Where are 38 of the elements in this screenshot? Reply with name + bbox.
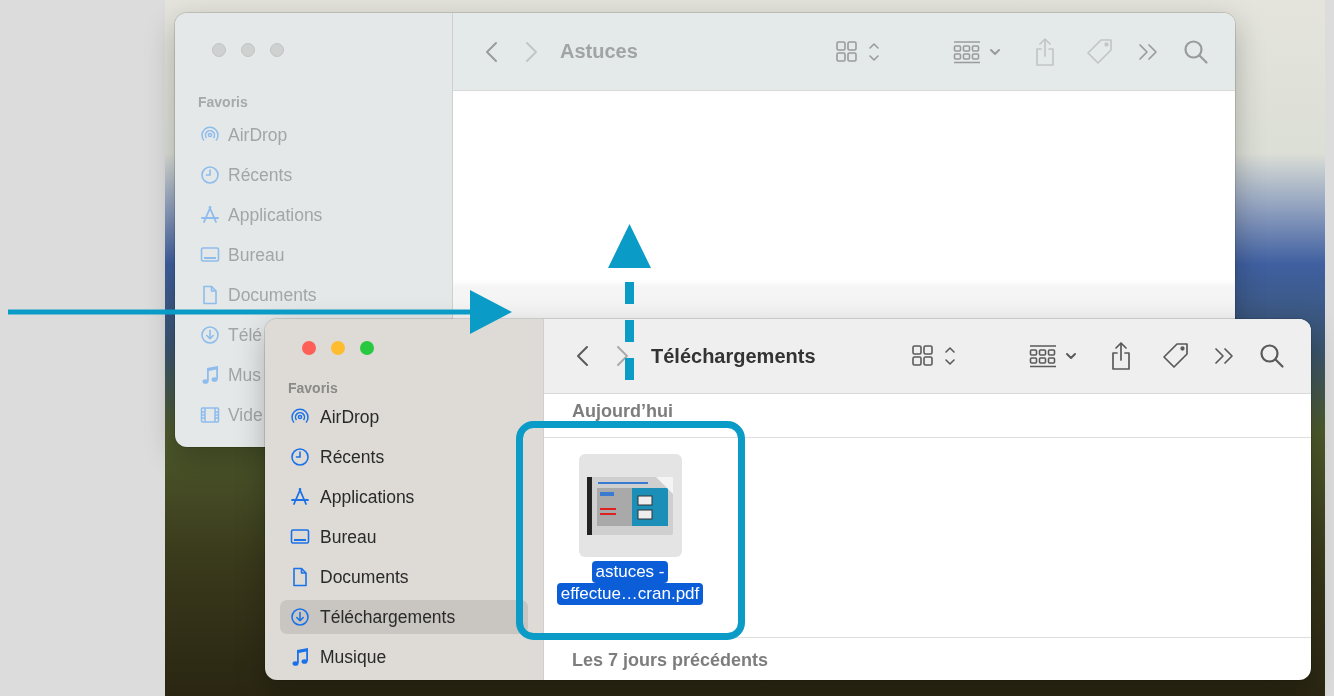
window-title: Téléchargements	[651, 344, 817, 368]
sidebar-item[interactable]: Musique	[280, 640, 387, 674]
sidebar-item[interactable]: AirDrop	[280, 400, 380, 434]
clock-icon	[200, 165, 220, 185]
apps-icon	[290, 487, 310, 507]
monitor-icon	[200, 245, 220, 265]
tag-button[interactable]	[1161, 341, 1191, 371]
monitor-icon	[290, 527, 310, 547]
sidebar-heading: Favoris	[197, 93, 249, 112]
search-button[interactable]	[1259, 343, 1285, 369]
sidebar-item[interactable]: Bureau	[280, 520, 377, 554]
sidebar-item[interactable]: Applications	[280, 480, 415, 514]
sidebar-item[interactable]: Documents	[280, 560, 409, 594]
close-button[interactable]	[302, 340, 316, 355]
forward-button[interactable]	[615, 345, 629, 367]
file-name[interactable]: effectue…cran.pdf	[556, 583, 704, 605]
film-icon	[200, 405, 220, 425]
zoom-button[interactable]	[360, 340, 374, 355]
music-note-icon	[200, 365, 220, 385]
sidebar-item[interactable]: Récents	[280, 440, 385, 474]
pdf-thumbnail[interactable]	[578, 454, 682, 557]
window-title: Astuces	[560, 40, 639, 63]
minimize-button[interactable]	[331, 340, 345, 355]
back-button[interactable]	[576, 345, 590, 367]
sidebar-item[interactable]: Téléchargements	[280, 600, 528, 634]
section-header: Aujourd’hui	[544, 394, 1311, 438]
file-name[interactable]: astuces -	[591, 561, 669, 583]
download-icon	[200, 325, 220, 345]
music-note-icon	[290, 647, 310, 667]
forward-button[interactable]	[524, 40, 538, 63]
download-icon	[290, 607, 310, 627]
clock-icon	[290, 447, 310, 467]
apps-icon	[200, 205, 220, 225]
share-button[interactable]	[1109, 341, 1133, 371]
sidebar-heading: Favoris	[287, 378, 339, 398]
document-icon	[200, 285, 220, 305]
section-header: Les 7 jours précédents	[571, 648, 770, 672]
document-icon	[290, 567, 310, 587]
